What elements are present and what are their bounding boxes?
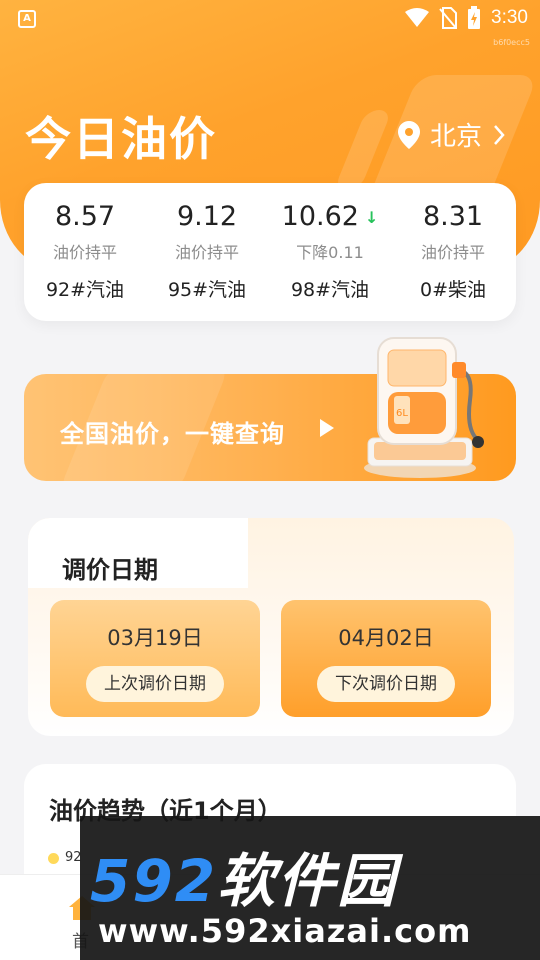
price-status: 油价持平	[420, 243, 485, 262]
price-value: 9.12	[176, 201, 238, 232]
status-bar: A 3:30 b6f0ecc5	[0, 0, 540, 47]
fuel-name: 92#汽油	[45, 279, 125, 301]
play-arrow-icon	[320, 419, 334, 437]
adjust-date-card: 调价日期 03月19日 上次调价日期 04月02日 下次调价日期	[28, 518, 514, 736]
watermark-overlay: 592软件园 www.592xiazai.com	[80, 816, 540, 960]
notification-app-icon: A	[18, 10, 36, 28]
banner-text: 全国油价，一键查询	[60, 420, 285, 448]
watermark-number: 592	[90, 847, 218, 915]
price-card: 8.57 油价持平 92#汽油 9.12 油价持平 95#汽油 10.62 ↓ 下…	[24, 183, 516, 321]
price-value: 8.57	[54, 201, 116, 232]
fuel-pump-illustration: 6L	[362, 330, 492, 480]
prev-adjust-date: 03月19日	[107, 626, 203, 650]
fuel-name: 95#汽油	[167, 279, 247, 301]
wifi-icon	[405, 8, 430, 27]
chevron-right-icon	[494, 124, 505, 145]
price-value-row: 10.62 ↓	[270, 199, 390, 235]
no-sim-icon	[439, 7, 458, 29]
price-status: 油价持平	[174, 243, 239, 262]
price-value: 8.31	[422, 201, 484, 232]
prev-adjust-box: 03月19日 上次调价日期	[50, 600, 260, 717]
pump-label: 6L	[396, 408, 408, 419]
fuel-name: 98#汽油	[290, 279, 370, 301]
fuel-pump-icon: 6L	[364, 337, 484, 478]
clock: 3:30	[491, 7, 528, 28]
page-title: 今日油价	[25, 112, 217, 166]
battery-charging-icon	[468, 6, 481, 29]
price-change: 下降0.11	[296, 243, 364, 262]
price-status: 油价持平	[52, 243, 117, 262]
status-icons: 3:30	[405, 6, 528, 30]
next-adjust-date: 04月02日	[338, 626, 434, 650]
price-item-95[interactable]: 9.12 油价持平 95#汽油	[147, 199, 267, 302]
watermark-chinese: 软件园	[217, 847, 398, 915]
build-id-text: b6f0ecc5	[493, 38, 530, 47]
next-adjust-box: 04月02日 下次调价日期	[281, 600, 491, 717]
price-item-0[interactable]: 8.31 油价持平 0#柴油	[393, 199, 513, 302]
prev-adjust-label: 上次调价日期	[86, 666, 224, 702]
watermark-brand: 592软件园	[90, 834, 397, 918]
watermark-url: www.592xiazai.com	[98, 912, 472, 950]
price-item-92[interactable]: 8.57 油价持平 92#汽油	[25, 199, 145, 302]
price-value: 10.62	[281, 201, 359, 232]
legend-dot	[48, 853, 59, 864]
adjust-title: 调价日期	[62, 556, 158, 584]
location-pin-icon	[397, 120, 420, 149]
location-label: 北京	[429, 122, 482, 152]
location-selector[interactable]: 北京	[397, 116, 506, 153]
fuel-name: 0#柴油	[419, 279, 486, 301]
price-item-98[interactable]: 10.62 ↓ 下降0.11 98#汽油	[270, 199, 390, 302]
arrow-down-icon: ↓	[364, 207, 379, 227]
next-adjust-label: 下次调价日期	[317, 666, 455, 702]
